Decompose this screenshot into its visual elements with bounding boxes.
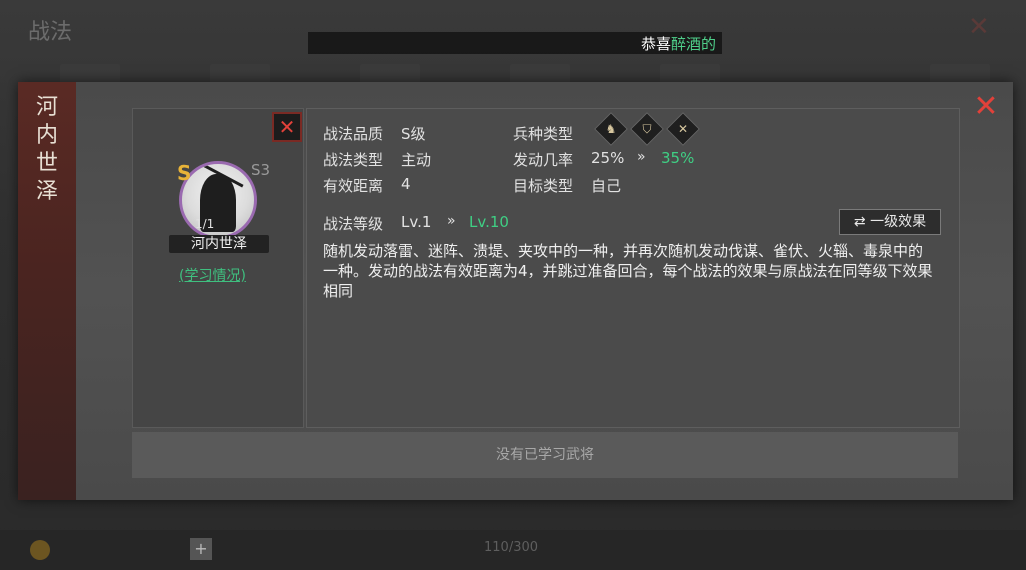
quality-value: S级 — [401, 125, 426, 143]
shield-icon: ⛉ — [630, 112, 664, 146]
coin-icon — [30, 540, 50, 560]
background-close-icon: ✕ — [968, 12, 990, 42]
bow-icon: ✕ — [666, 112, 700, 146]
range-value: 4 — [401, 175, 411, 193]
level-label: 战法等级 — [323, 215, 384, 233]
quality-label: 战法品质 — [323, 125, 384, 143]
general-count: 1/1 — [195, 217, 215, 231]
general-name-strip: 河内世泽 — [18, 82, 76, 500]
grade-badge: S — [177, 161, 192, 185]
level-arrow-icon: » — [447, 213, 456, 229]
target-type-value: 自己 — [591, 177, 622, 195]
type-label: 战法类型 — [323, 151, 384, 169]
level-from: Lv.1 — [401, 213, 432, 231]
season-label: S3 — [251, 161, 271, 179]
filter-dropdown[interactable] — [880, 540, 990, 560]
close-icon[interactable]: ✕ — [971, 92, 1001, 122]
trigger-rate-label: 发动几率 — [513, 151, 574, 169]
marquee-prefix: 恭喜 — [640, 35, 671, 53]
range-label: 有效距离 — [323, 177, 384, 195]
learned-generals-panel: 没有已学习武将 — [132, 432, 958, 478]
target-type-label: 目标类型 — [513, 177, 574, 195]
general-panel: ✕ S S3 1/1 河内世泽 (学习情况) — [132, 108, 304, 428]
skill-info-panel: 战法品质 S级 战法类型 主动 有效距离 4 兵种类型 ♞ ⛉ ✕ 发动几率 2… — [306, 108, 960, 428]
general-vertical-name: 河内世泽 — [35, 95, 58, 204]
marquee-text: 恭喜醉酒的 — [641, 33, 716, 54]
cavalry-icon: ♞ — [594, 112, 628, 146]
broadcast-marquee: 恭喜醉酒的 — [308, 32, 722, 54]
learn-status-link[interactable]: (学习情况) — [179, 265, 246, 285]
trigger-rate-from: 25% — [591, 149, 625, 167]
type-value: 主动 — [401, 151, 432, 169]
skill-description: 随机发动落雷、迷阵、溃堤、夹攻中的一种，并再次随机发动伐谋、雀伏、火辎、毒泉中的… — [323, 242, 933, 300]
troop-type-label: 兵种类型 — [513, 125, 574, 143]
background-title: 战法 — [28, 20, 73, 45]
trigger-rate-to: 35% — [661, 149, 695, 167]
add-button[interactable]: + — [190, 538, 212, 560]
level-to: Lv.10 — [469, 213, 509, 231]
no-learned-generals-text: 没有已学习武将 — [496, 447, 594, 463]
marquee-player-name: 醉酒的 — [670, 35, 716, 53]
general-name: 河内世泽 — [169, 235, 269, 253]
rate-arrow-icon: » — [637, 149, 646, 165]
skill-detail-dialog: 河内世泽 ✕ ✕ S S3 1/1 河内世泽 (学习情况) 战法品质 S级 战法… — [18, 82, 1013, 500]
page-indicator: 110/300 — [484, 540, 539, 555]
effect-level-button[interactable]: ⇄ 一级效果 — [839, 209, 941, 235]
remove-icon[interactable]: ✕ — [272, 112, 302, 142]
